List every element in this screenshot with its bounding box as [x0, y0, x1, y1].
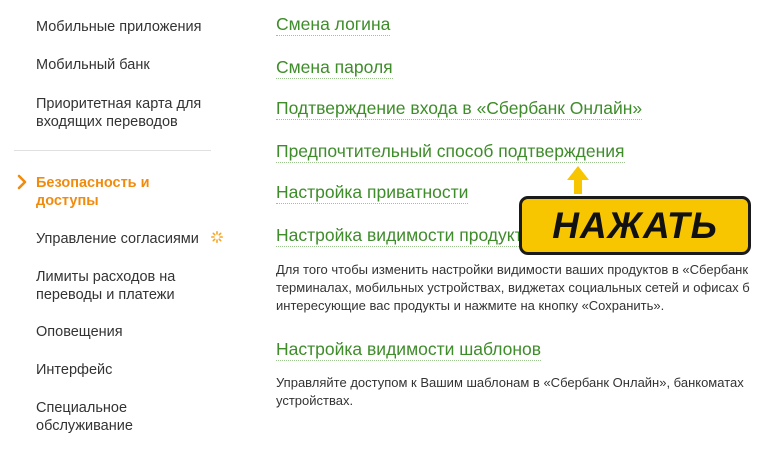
- change-password-link[interactable]: Смена пароля: [276, 56, 393, 79]
- settings-sidebar: Мобильные приложения Мобильный банк Прио…: [0, 0, 223, 456]
- spinner-icon: [211, 231, 223, 243]
- sidebar-item-notifications[interactable]: Оповещения: [36, 323, 216, 341]
- arrow-up-icon: [567, 166, 589, 194]
- change-login-link[interactable]: Смена логина: [276, 13, 391, 36]
- sidebar-item-consents[interactable]: Управление согласиями: [36, 230, 216, 248]
- chevron-right-icon: [17, 174, 27, 190]
- sidebar-item-limits[interactable]: Лимиты расходов на переводы и платежи: [36, 268, 216, 304]
- sidebar-item-interface[interactable]: Интерфейс: [36, 361, 216, 379]
- products-visibility-link[interactable]: Настройка видимости продуктов: [276, 224, 542, 247]
- sidebar-item-security[interactable]: Безопасность и доступы: [36, 174, 216, 210]
- sidebar-divider: [14, 150, 211, 151]
- sidebar-item-mobile-apps[interactable]: Мобильные приложения: [36, 18, 216, 36]
- sidebar-item-priority-card[interactable]: Приоритетная карта для входящих переводо…: [36, 95, 216, 131]
- sidebar-item-mobile-bank[interactable]: Мобильный банк: [36, 56, 216, 74]
- preferred-confirmation-method-link[interactable]: Предпочтительный способ подтверждения: [276, 140, 625, 163]
- templates-visibility-description: Управляйте доступом к Вашим шаблонам в «…: [276, 375, 744, 408]
- login-confirmation-link[interactable]: Подтверждение входа в «Сбербанк Онлайн»: [276, 97, 643, 120]
- products-visibility-description: Для того чтобы изменить настройки видимо…: [276, 262, 750, 313]
- privacy-settings-link[interactable]: Настройка приватности: [276, 181, 469, 204]
- sidebar-item-special-service[interactable]: Специальное обслуживание: [36, 399, 216, 435]
- click-here-callout: НАЖАТЬ: [519, 196, 751, 255]
- templates-visibility-link[interactable]: Настройка видимости шаблонов: [276, 338, 542, 361]
